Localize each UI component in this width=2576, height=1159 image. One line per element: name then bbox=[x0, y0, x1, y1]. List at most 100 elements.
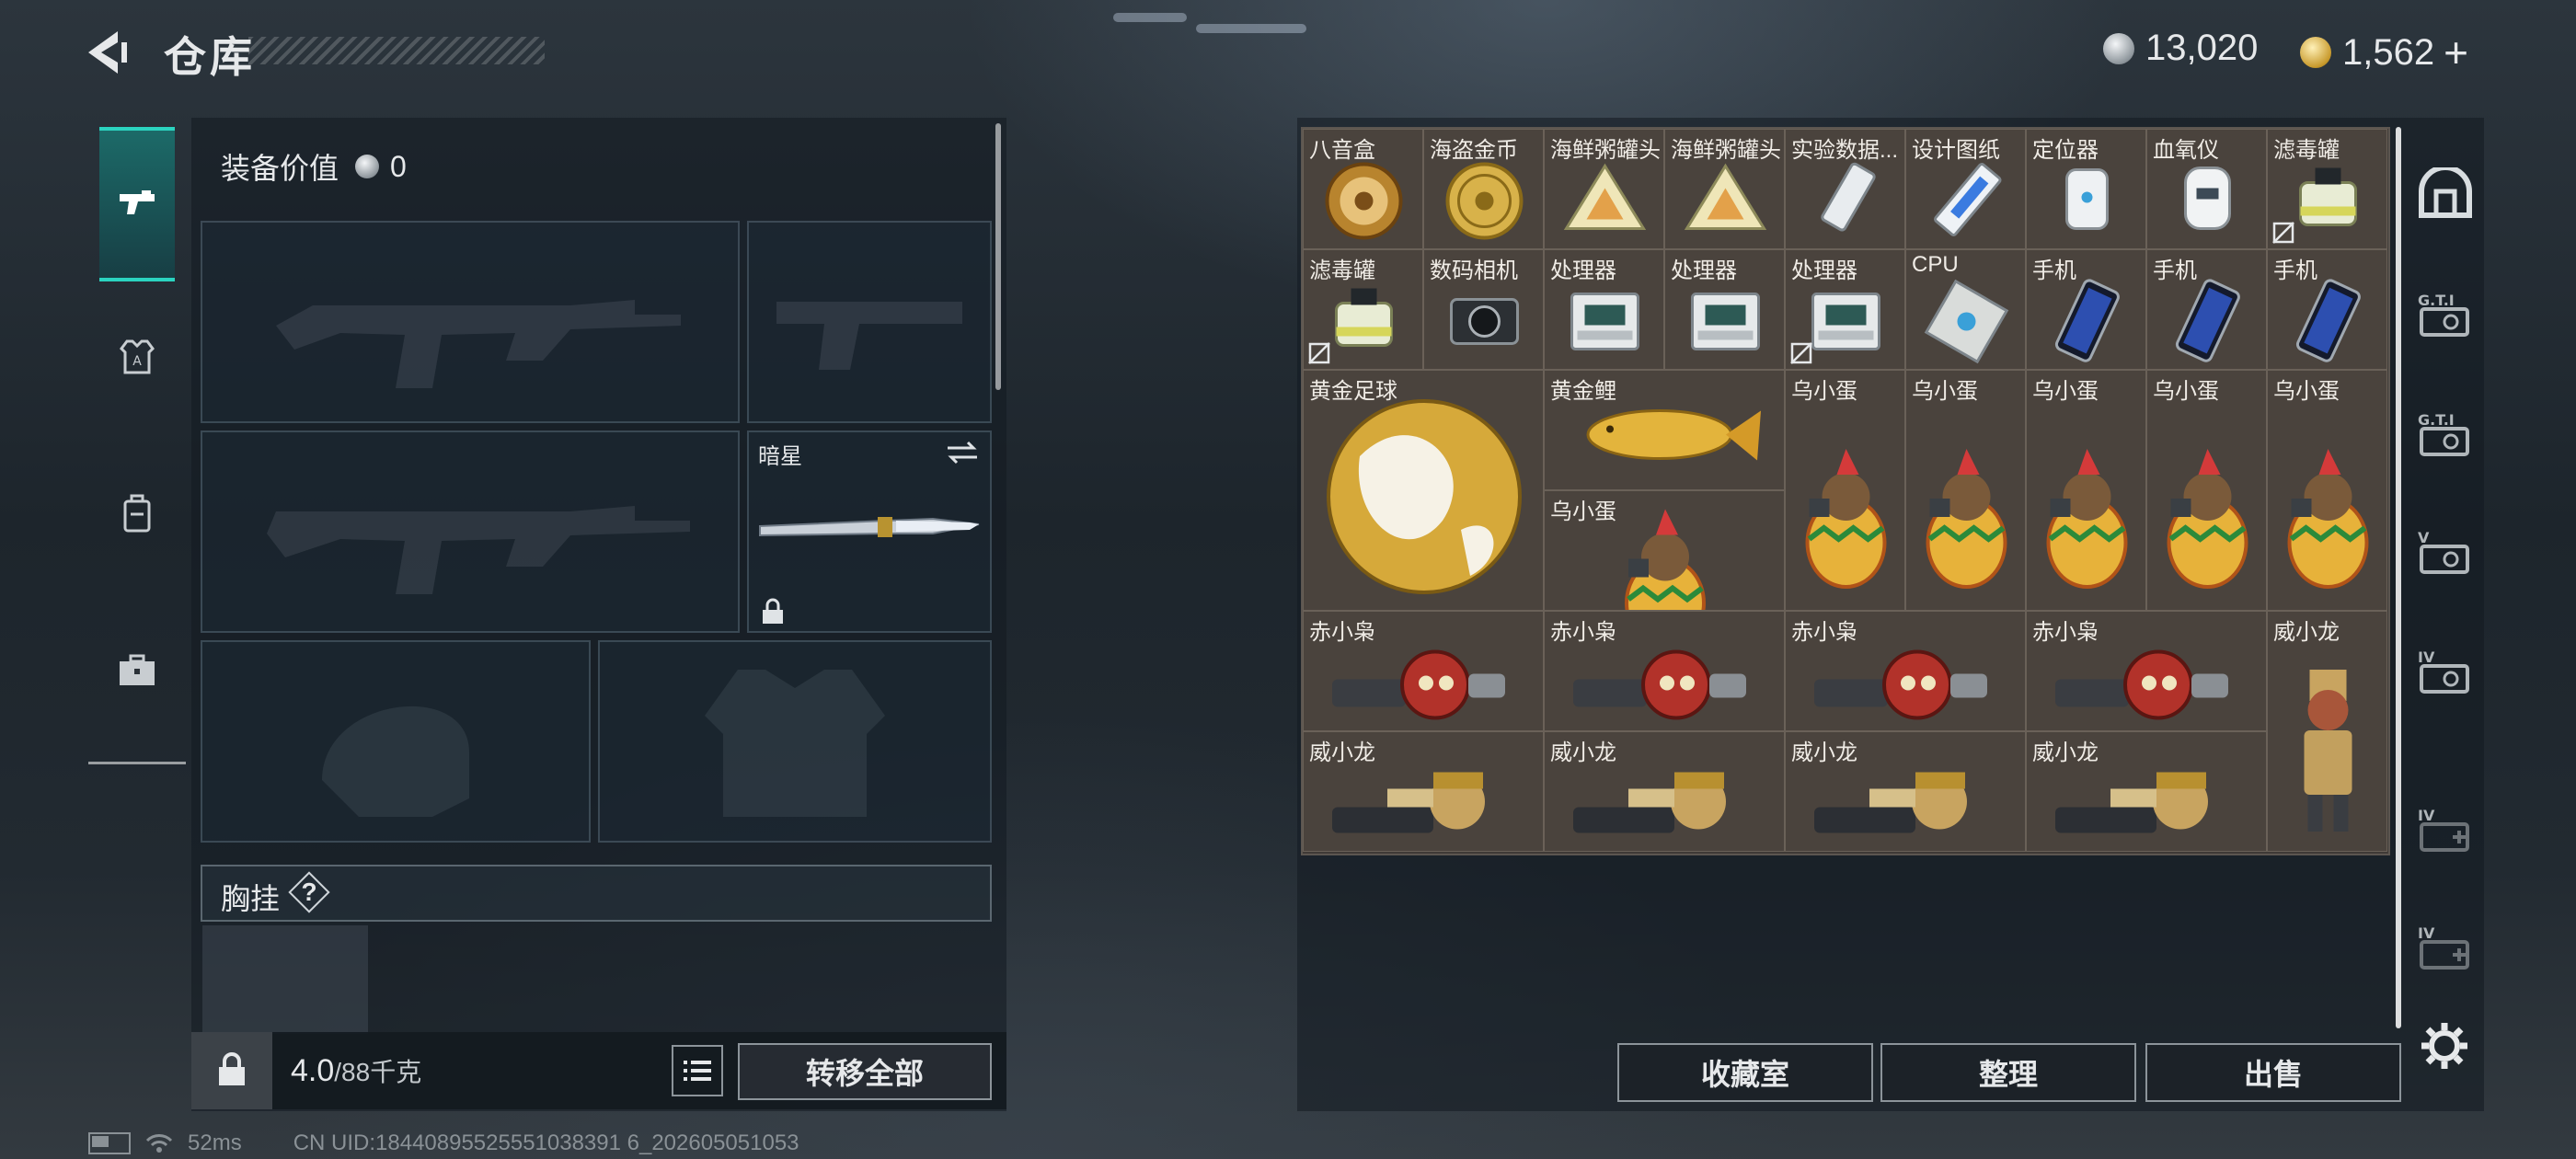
tab-armor[interactable]: A bbox=[99, 283, 175, 430]
storage-item[interactable]: 处理器 bbox=[1664, 249, 1785, 370]
storage-item[interactable]: CPU bbox=[1905, 249, 2026, 370]
storage-item-label: 海鲜粥罐头 bbox=[1550, 138, 1661, 163]
silver-coin-icon bbox=[2103, 32, 2134, 64]
backpack-icon bbox=[123, 494, 151, 533]
help-icon[interactable]: ? bbox=[291, 874, 328, 911]
storage-case-add-icon: IV bbox=[2418, 807, 2469, 852]
add-currency-button[interactable]: + bbox=[2444, 28, 2468, 77]
storage-item-label: 赤小枭 bbox=[2032, 620, 2099, 645]
chest-rig-slot[interactable] bbox=[202, 925, 368, 1034]
storage-item[interactable]: 乌小蛋 bbox=[1544, 490, 1785, 611]
storage-tab-label: IV bbox=[2418, 807, 2435, 824]
egg-figure-icon bbox=[2046, 449, 2128, 589]
storage-item[interactable]: 乌小蛋 bbox=[2267, 370, 2387, 611]
storage-item[interactable]: 手机 bbox=[2267, 249, 2387, 370]
storage-item[interactable]: 乌小蛋 bbox=[2146, 370, 2267, 611]
armor-icon: A bbox=[120, 339, 155, 374]
storage-tab[interactable]: IV bbox=[2409, 793, 2482, 866]
storage-item[interactable]: 威小龙 bbox=[1544, 731, 1785, 852]
storage-item[interactable]: 威小龙 bbox=[2267, 611, 2387, 852]
storage-item[interactable]: 海盗金币 bbox=[1423, 129, 1544, 249]
storage-item[interactable]: 赤小枭 bbox=[1303, 611, 1544, 731]
storage-item[interactable]: 海鲜粥罐头 bbox=[1544, 129, 1664, 249]
storage-item[interactable]: 八音盒 bbox=[1303, 129, 1423, 249]
storage-item[interactable]: 数码相机 bbox=[1423, 249, 1544, 370]
storage-item[interactable]: 手机 bbox=[2026, 249, 2146, 370]
pistol-silhouette-icon bbox=[776, 302, 962, 370]
transfer-all-button[interactable]: 转移全部 bbox=[738, 1043, 992, 1100]
golden-football-icon bbox=[1327, 399, 1522, 594]
storage-item[interactable]: 实验数据... bbox=[1785, 129, 1905, 249]
page-title: 仓库 bbox=[164, 33, 256, 81]
storage-item[interactable]: 海鲜粥罐头 bbox=[1664, 129, 1785, 249]
storage-item-label: 实验数据... bbox=[1791, 138, 1899, 163]
list-view-button[interactable] bbox=[672, 1045, 723, 1096]
storage-item[interactable]: 滤毒罐 bbox=[1303, 249, 1423, 370]
user-id: CN UID:18440895525551038391 6_2026050510… bbox=[293, 1130, 799, 1155]
organize-button[interactable]: 整理 bbox=[1880, 1043, 2136, 1102]
primary-weapon-slot[interactable] bbox=[201, 221, 740, 423]
storage-case-icon: G.T.I bbox=[2418, 292, 2469, 337]
no-salvage-icon bbox=[1790, 342, 1812, 364]
toolbox-icon bbox=[120, 654, 155, 685]
storage-item[interactable]: 赤小枭 bbox=[1785, 611, 2026, 731]
storage-tab[interactable]: V bbox=[2409, 515, 2482, 589]
secondary-weapon-slot[interactable] bbox=[747, 221, 992, 423]
storage-item[interactable]: 威小龙 bbox=[1785, 731, 2026, 852]
storage-case-add-icon: IV bbox=[2418, 924, 2469, 970]
storage-item-label: 乌小蛋 bbox=[2273, 379, 2340, 404]
storage-case-icon: G.T.I bbox=[2418, 411, 2469, 456]
tab-backpack[interactable] bbox=[99, 440, 175, 587]
storage-item[interactable]: 乌小蛋 bbox=[2026, 370, 2146, 611]
storage-tab[interactable] bbox=[2409, 156, 2482, 230]
storage-item[interactable]: 设计图纸 bbox=[1905, 129, 2026, 249]
storage-item[interactable]: 血氧仪 bbox=[2146, 129, 2267, 249]
storage-item-label: 黄金鲤 bbox=[1550, 379, 1616, 404]
storage-item-label: 滤毒罐 bbox=[2273, 138, 2340, 163]
storage-tab[interactable]: IV bbox=[2409, 911, 2482, 984]
storage-item-label: 八音盒 bbox=[1309, 138, 1375, 163]
storage-tab-label: G.T.I bbox=[2418, 411, 2455, 429]
sell-button[interactable]: 出售 bbox=[2145, 1043, 2401, 1102]
storage-item-label: 处理器 bbox=[1671, 258, 1737, 283]
body-armor-slot[interactable] bbox=[598, 640, 992, 843]
storage-item[interactable]: 乌小蛋 bbox=[1905, 370, 2026, 611]
storage-item[interactable]: 威小龙 bbox=[1303, 731, 1544, 852]
storage-tab[interactable]: G.T.I bbox=[2409, 397, 2482, 471]
storage-scrollbar[interactable] bbox=[2396, 127, 2401, 1028]
gold-currency[interactable]: 1,562 + bbox=[2300, 28, 2468, 77]
storage-item-label: 血氧仪 bbox=[2153, 138, 2219, 163]
storage-item[interactable]: 处理器 bbox=[1544, 249, 1664, 370]
storage-tab-label: G.T.I bbox=[2418, 292, 2455, 309]
tab-toolbox[interactable] bbox=[99, 596, 175, 743]
storage-item[interactable]: 赤小枭 bbox=[1544, 611, 1785, 731]
helmet-slot[interactable] bbox=[201, 640, 591, 843]
storage-item[interactable]: 滤毒罐 bbox=[2267, 129, 2387, 249]
collection-room-button[interactable]: 收藏室 bbox=[1617, 1043, 1873, 1102]
storage-case-icon: V bbox=[2418, 529, 2469, 574]
storage-item[interactable]: 乌小蛋 bbox=[1785, 370, 1905, 611]
ping-readout: 52ms bbox=[188, 1130, 242, 1155]
storage-item[interactable]: 处理器 bbox=[1785, 249, 1905, 370]
storage-item[interactable]: 手机 bbox=[2146, 249, 2267, 370]
storage-case-icon: IV bbox=[2418, 648, 2469, 694]
storage-item[interactable]: 赤小枭 bbox=[2026, 611, 2267, 731]
back-arrow-icon[interactable] bbox=[85, 29, 136, 75]
settings-gear-icon[interactable] bbox=[2420, 1021, 2469, 1071]
tertiary-weapon-slot[interactable] bbox=[201, 430, 740, 633]
storage-item-label: CPU bbox=[1912, 252, 1959, 277]
storage-item[interactable]: 定位器 bbox=[2026, 129, 2146, 249]
storage-item[interactable]: 黄金鲤 bbox=[1544, 370, 1785, 490]
tab-weapons[interactable] bbox=[99, 127, 175, 281]
equipment-scrollbar[interactable] bbox=[995, 123, 1001, 390]
storage-item-label: 手机 bbox=[2273, 258, 2317, 283]
storage-item[interactable]: 黄金足球 bbox=[1303, 370, 1544, 611]
wifi-icon bbox=[145, 1134, 173, 1153]
storage-item[interactable]: 威小龙 bbox=[2026, 731, 2267, 852]
storage-item-label: 威小龙 bbox=[2273, 620, 2340, 645]
weight-lock-button[interactable] bbox=[191, 1032, 272, 1109]
storage-tab[interactable]: G.T.I bbox=[2409, 278, 2482, 351]
silver-amount: 13,020 bbox=[2145, 28, 2259, 68]
melee-slot[interactable]: 暗星 bbox=[747, 430, 992, 633]
storage-tab[interactable]: IV bbox=[2409, 635, 2482, 708]
